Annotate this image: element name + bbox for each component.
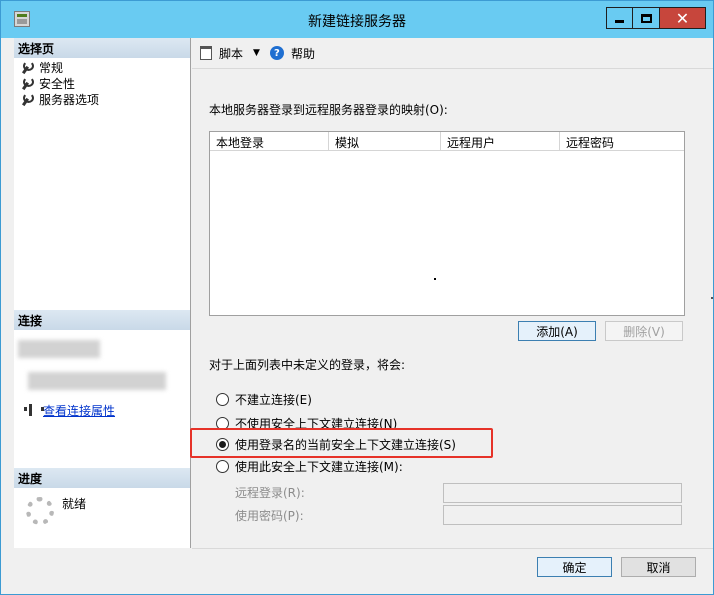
- mapping-label: 本地服务器登录到远程服务器登录的映射(O):: [209, 103, 448, 117]
- wrench-icon: [22, 61, 34, 73]
- right-panel: 脚本 ▼ ? 帮助 本地服务器登录到远程服务器登录的映射(O): 本地登录 模拟…: [190, 38, 713, 548]
- page-item-general[interactable]: 常规: [22, 59, 63, 75]
- minimize-icon: [615, 19, 624, 23]
- page-item-label: 常规: [39, 60, 64, 75]
- wrench-icon: [22, 93, 34, 105]
- radio-button[interactable]: [216, 392, 229, 406]
- radio-label: 不建立连接(E): [235, 392, 312, 407]
- maximize-icon: [640, 13, 652, 23]
- radio-label: 使用此安全上下文建立连接(M):: [235, 459, 403, 474]
- page-item-security[interactable]: 安全性: [22, 75, 75, 91]
- column-header[interactable]: 远程密码: [560, 132, 684, 150]
- radio-button[interactable]: [216, 459, 229, 473]
- progress-header: 进度: [14, 468, 190, 488]
- radio-no-connection[interactable]: 不建立连接(E): [216, 391, 312, 407]
- close-button[interactable]: ✕: [659, 7, 706, 29]
- chevron-down-icon[interactable]: ▼: [253, 48, 260, 58]
- remote-login-input[interactable]: [443, 483, 682, 503]
- password-input[interactable]: [443, 505, 682, 525]
- edge-mark: [711, 297, 713, 299]
- connection-header: 连接: [14, 310, 190, 330]
- help-icon: ?: [269, 46, 284, 60]
- page-item-server-options[interactable]: 服务器选项: [22, 91, 99, 107]
- connection-icon: [24, 404, 44, 416]
- page-item-label: 服务器选项: [39, 92, 100, 107]
- minimize-button[interactable]: [606, 7, 632, 29]
- highlight-box: [190, 428, 493, 458]
- cancel-button[interactable]: 取消: [621, 557, 696, 577]
- column-header[interactable]: 本地登录: [210, 132, 329, 150]
- script-icon: [200, 46, 212, 60]
- login-mapping-grid[interactable]: 本地登录 模拟 远程用户 远程密码: [209, 131, 685, 316]
- left-panel: 选择页 常规 安全性 服务器选项 连接 查看连接属性 进度 就绪: [14, 38, 191, 548]
- wrench-icon: [22, 77, 34, 89]
- page-item-label: 安全性: [39, 76, 76, 91]
- remove-button[interactable]: 删除(V): [605, 321, 683, 341]
- title-bar: 新建链接服务器 ✕: [1, 1, 713, 38]
- redacted-user-name: [28, 372, 166, 390]
- select-page-header: 选择页: [14, 38, 190, 58]
- footer-divider: [192, 548, 713, 549]
- toolbar: 脚本 ▼ ? 帮助: [192, 38, 713, 69]
- password-label: 使用密码(P):: [235, 509, 304, 523]
- progress-status: 就绪: [62, 497, 87, 511]
- spinner-icon: [26, 497, 54, 525]
- maximize-button[interactable]: [632, 7, 659, 29]
- view-connection-properties[interactable]: 查看连接属性: [24, 402, 115, 418]
- column-header[interactable]: 远程用户: [441, 132, 560, 150]
- undefined-logins-label: 对于上面列表中未定义的登录，将会:: [209, 358, 406, 372]
- dialog-window: 新建链接服务器 ✕ 选择页 常规 安全性 服务器选项 连接 查看连接属性 进度 …: [0, 0, 714, 595]
- grid-header: 本地登录 模拟 远程用户 远程密码: [210, 132, 684, 151]
- view-connection-link[interactable]: 查看连接属性: [43, 402, 115, 419]
- ok-button[interactable]: 确定: [537, 557, 612, 577]
- redacted-server-name: [18, 340, 100, 358]
- close-icon: ✕: [675, 8, 690, 28]
- radio-this-security-context[interactable]: 使用此安全上下文建立连接(M):: [216, 458, 403, 474]
- column-header[interactable]: 模拟: [329, 132, 441, 150]
- grid-dot: [434, 278, 436, 280]
- script-button[interactable]: 脚本: [219, 45, 243, 62]
- remote-login-label: 远程登录(R):: [235, 486, 305, 500]
- help-button[interactable]: 帮助: [291, 45, 315, 62]
- add-button[interactable]: 添加(A): [518, 321, 596, 341]
